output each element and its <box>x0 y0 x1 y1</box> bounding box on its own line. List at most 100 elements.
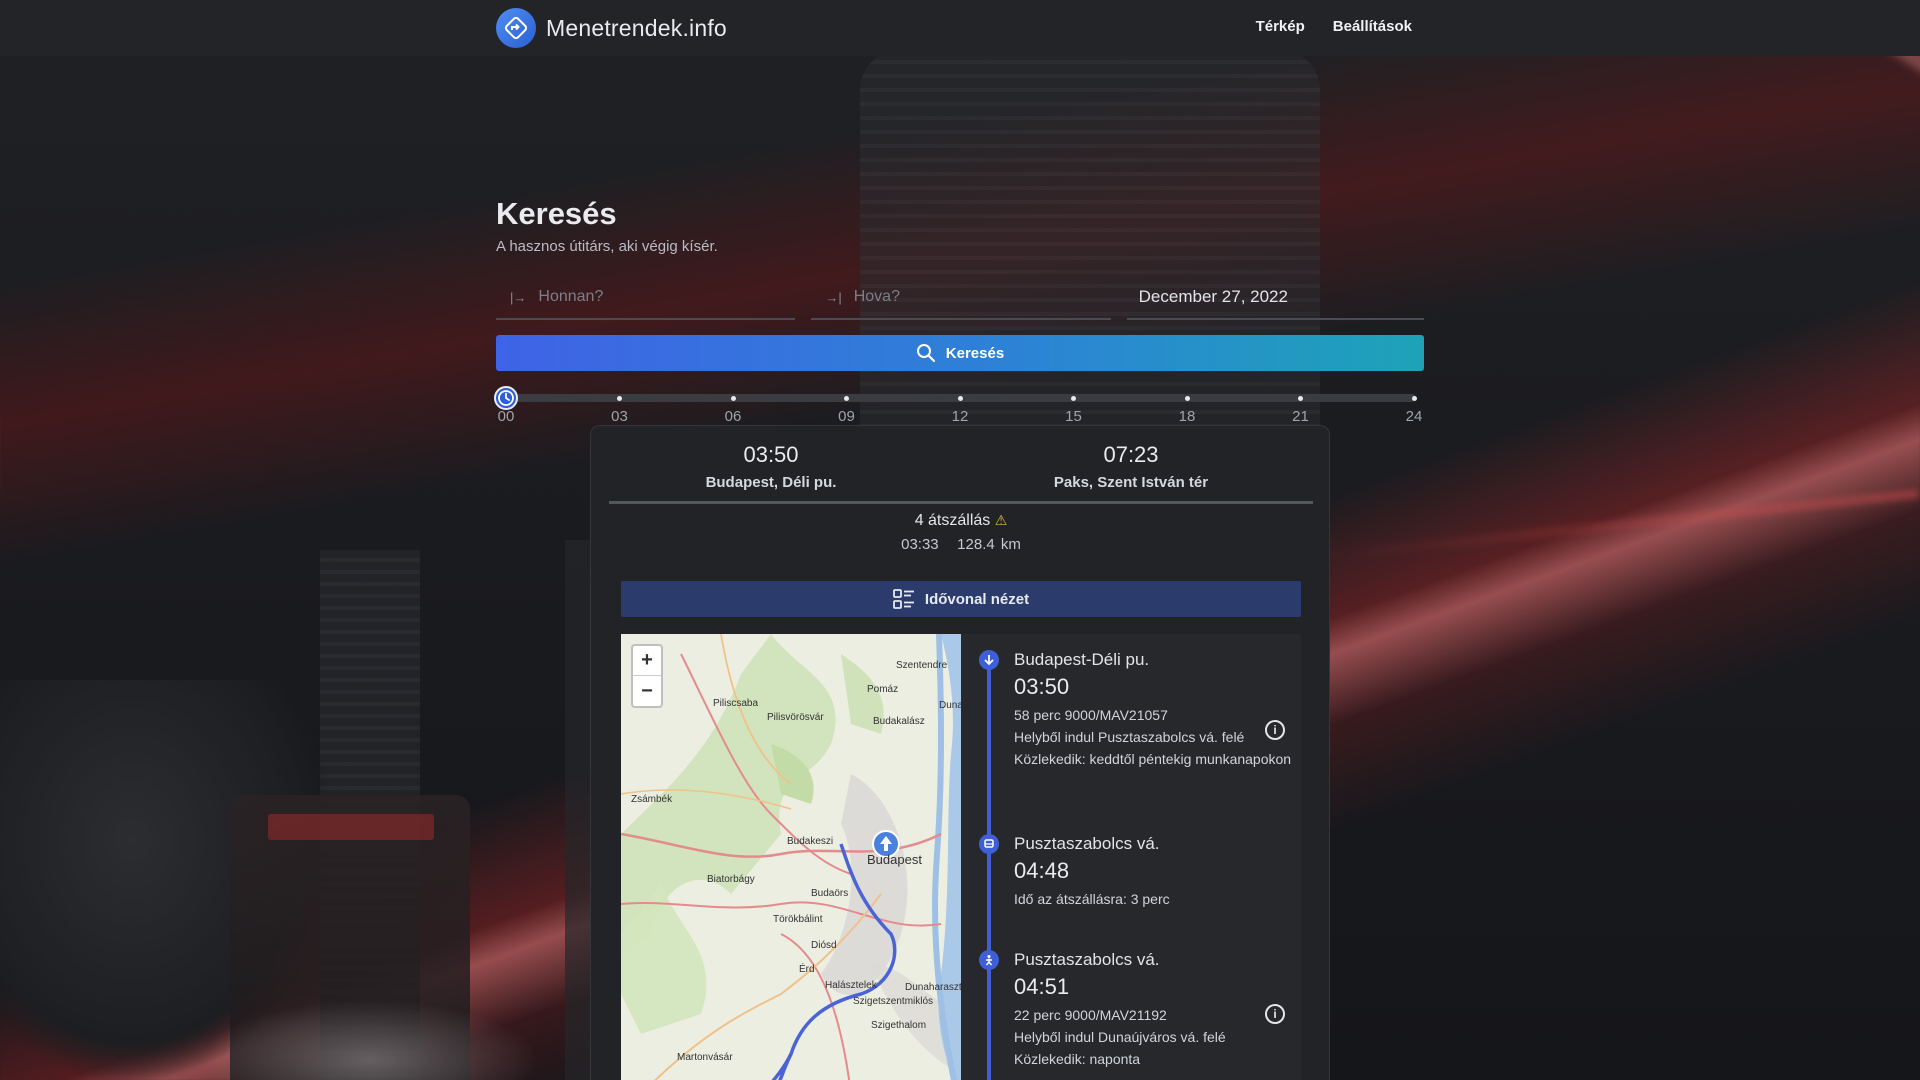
slider-hour-label: 21 <box>1292 408 1309 425</box>
stop-schedule: Közlekedik: naponta <box>1014 1051 1141 1067</box>
route-summary: 4 átszállás ⚠ 03:33 128.4 km <box>591 512 1329 553</box>
slider-hour-label: 18 <box>1178 408 1196 425</box>
arrival-time: 07:23 <box>1103 442 1159 467</box>
main-nav: Térkép Beállítások <box>1256 18 1412 35</box>
stop-direction: Helyből indul Pusztaszabolcs vá. felé <box>1014 729 1245 745</box>
map-place-label: Szigethalom <box>871 1020 927 1031</box>
list-view-icon <box>893 589 914 609</box>
transfer-count: 4 átszállás <box>914 512 991 529</box>
map-place-label: Budapest <box>867 852 922 867</box>
slider-tick[interactable] <box>1071 396 1076 401</box>
zoom-in-button[interactable]: + <box>633 646 661 676</box>
route-duration: 03:33 <box>901 536 939 553</box>
warning-icon: ⚠ <box>994 512 1008 528</box>
map-place-label: Martonvásár <box>677 1052 733 1063</box>
zoom-out-button[interactable]: − <box>633 676 661 706</box>
map-place-label: Dunaharaszti <box>905 982 961 993</box>
map-zoom-control: + − <box>631 644 663 708</box>
to-placeholder: Hova? <box>853 288 900 305</box>
map-place-label: Budakalász <box>873 716 925 727</box>
stop-time: 04:51 <box>1014 974 1070 999</box>
stops-list: Budapest-Déli pu. 03:50 58 perc 9000/MAV… <box>961 634 1301 1080</box>
brand-name: Menetrendek.info <box>546 14 727 41</box>
map-place-label: Pomáz <box>867 684 899 695</box>
departure-summary: 03:50 Budapest, Déli pu. <box>591 442 951 491</box>
slider-tick[interactable] <box>617 396 622 401</box>
map-place-label: Érd <box>799 964 815 975</box>
slider-tick[interactable] <box>957 396 963 401</box>
slider-hour-label: 09 <box>838 408 855 425</box>
slider-handle[interactable] <box>494 386 518 410</box>
stop-name: Budapest-Déli pu. <box>1014 650 1150 669</box>
slider-hour-label: 03 <box>611 408 628 425</box>
route-card: 03:50 Budapest, Déli pu. 07:23 Paks, Sze… <box>590 425 1330 1080</box>
arrival-place: Paks, Szent István tér <box>1053 474 1209 491</box>
stop-transfer-time: Idő az átszállásra: 3 perc <box>1014 891 1170 907</box>
hour-slider[interactable]: 00 03 06 09 12 15 18 21 24 <box>494 386 1424 428</box>
brand[interactable]: Menetrendek.info <box>496 8 727 48</box>
info-icon[interactable]: i <box>1265 1004 1285 1024</box>
walking-icon <box>979 950 999 970</box>
map-place-label: Duna <box>939 700 961 711</box>
info-icon[interactable]: i <box>1265 720 1285 740</box>
search-form: |→ Honnan? →| Hova? December 27, 2022 <box>496 276 1424 320</box>
clock-icon <box>498 390 514 406</box>
map-place-label: Pilisvörösvár <box>767 712 824 723</box>
timeline-view-button[interactable]: Idővonal nézet <box>621 581 1301 617</box>
page-subtitle: A hasznos útitárs, aki végig kísér. <box>496 238 718 255</box>
arrival-icon: →| <box>825 289 842 305</box>
stop-direction: Helyből indul Dunaújváros vá. felé <box>1014 1029 1226 1045</box>
slider-hour-label: 06 <box>724 408 742 425</box>
stop-trip-info: 22 perc 9000/MAV21192 <box>1014 1007 1167 1023</box>
stop-time: 03:50 <box>1014 674 1070 699</box>
map-place-label: Halásztelek <box>825 980 877 991</box>
timeline-view-label: Idővonal nézet <box>924 590 1030 608</box>
departure-arrow-icon <box>979 650 999 670</box>
arrival-summary: 07:23 Paks, Szent István tér <box>951 442 1311 491</box>
route-distance: 128.4 km <box>957 536 1021 553</box>
slider-hour-label: 00 <box>497 408 515 425</box>
map-place-label: Zsámbék <box>631 794 673 805</box>
slider-hour-label: 12 <box>951 408 969 425</box>
stop-name: Pusztaszabolcs vá. <box>1014 950 1160 969</box>
nav-settings-link[interactable]: Beállítások <box>1333 18 1412 35</box>
page-title: Keresés <box>496 196 617 231</box>
search-button-label: Keresés <box>945 344 1005 362</box>
stop-schedule: Közlekedik: keddtől péntekig munkanapoko… <box>1014 751 1292 767</box>
slider-tick[interactable] <box>730 396 736 401</box>
top-bar: Menetrendek.info Térkép Beállítások <box>0 0 1920 56</box>
search-button[interactable]: Keresés <box>496 335 1424 371</box>
stop-name: Pusztaszabolcs vá. <box>1014 834 1160 853</box>
date-value: December 27, 2022 <box>1138 287 1288 306</box>
slider-hour-label: 15 <box>1065 408 1082 425</box>
date-field[interactable]: December 27, 2022 <box>1126 276 1424 320</box>
from-placeholder: Honnan? <box>538 288 604 305</box>
departure-icon: |→ <box>510 289 527 305</box>
slider-tick[interactable] <box>1411 396 1417 401</box>
to-field[interactable]: →| Hova? <box>811 276 1111 320</box>
slider-hour-label: 24 <box>1405 408 1423 425</box>
departure-place: Budapest, Déli pu. <box>705 474 837 491</box>
route-map[interactable]: Szentendre Piliscsaba Pilisvörösvár Pomáz Bu… <box>621 634 961 1080</box>
from-field[interactable]: |→ Honnan? <box>496 276 796 320</box>
map-place-label: Szigetszentmiklós <box>853 996 934 1007</box>
stop-time: 04:48 <box>1014 858 1070 883</box>
slider-tick[interactable] <box>1298 396 1303 401</box>
map-place-label: Budakeszi <box>787 836 834 847</box>
departure-time: 03:50 <box>743 442 799 467</box>
map-place-label: Budaörs <box>811 888 849 899</box>
logo-icon <box>496 8 536 48</box>
map-place-label: Törökbálint <box>773 914 823 925</box>
route-divider <box>609 501 1313 504</box>
map-place-label: Biatorbágy <box>707 874 755 885</box>
nav-map-link[interactable]: Térkép <box>1256 18 1305 35</box>
slider-tick[interactable] <box>1184 396 1190 401</box>
route-header: 03:50 Budapest, Déli pu. 07:23 Paks, Sze… <box>591 442 1329 502</box>
slider-tick[interactable] <box>844 396 849 401</box>
map-place-label: Diósd <box>811 940 837 951</box>
stop-trip-info: 58 perc 9000/MAV21057 <box>1014 707 1168 723</box>
map-place-label: Piliscsaba <box>713 698 759 709</box>
train-icon <box>979 834 999 854</box>
search-icon <box>916 344 935 363</box>
map-place-label: Szentendre <box>896 660 948 671</box>
